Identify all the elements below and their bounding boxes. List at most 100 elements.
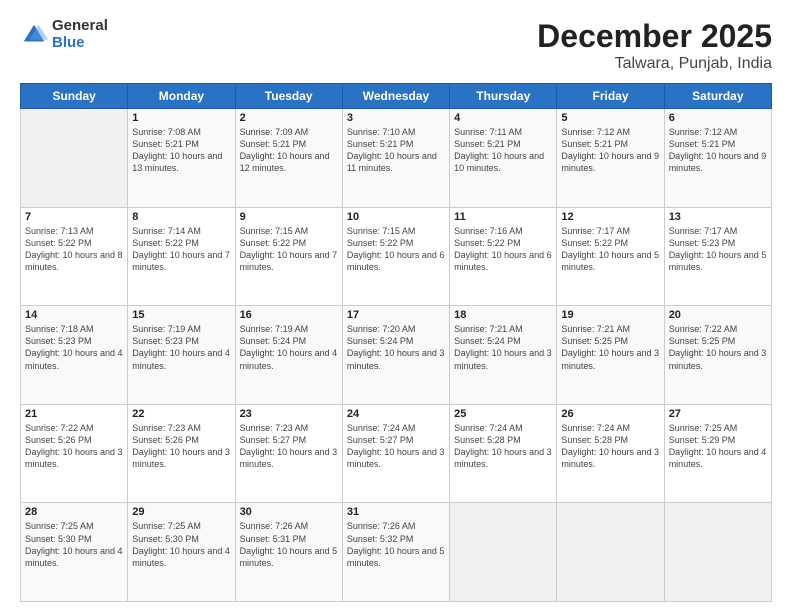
page: General Blue December 2025 Talwara, Punj…	[0, 0, 792, 612]
table-row: 7 Sunrise: 7:13 AMSunset: 5:22 PMDaylight…	[21, 207, 128, 306]
day-number: 11	[454, 211, 552, 223]
day-number: 13	[669, 211, 767, 223]
day-number: 4	[454, 112, 552, 124]
table-row: 6 Sunrise: 7:12 AMSunset: 5:21 PMDaylight…	[664, 109, 771, 208]
day-details: Sunrise: 7:25 AMSunset: 5:29 PMDaylight:…	[669, 422, 767, 471]
day-details: Sunrise: 7:22 AMSunset: 5:26 PMDaylight:…	[25, 422, 123, 471]
day-number: 12	[561, 211, 659, 223]
table-row: 30 Sunrise: 7:26 AMSunset: 5:31 PMDayligh…	[235, 503, 342, 602]
day-details: Sunrise: 7:21 AMSunset: 5:24 PMDaylight:…	[454, 323, 552, 372]
day-details: Sunrise: 7:12 AMSunset: 5:21 PMDaylight:…	[561, 126, 659, 175]
table-row: 24 Sunrise: 7:24 AMSunset: 5:27 PMDayligh…	[342, 404, 449, 503]
table-row: 16 Sunrise: 7:19 AMSunset: 5:24 PMDayligh…	[235, 306, 342, 405]
table-row: 8 Sunrise: 7:14 AMSunset: 5:22 PMDaylight…	[128, 207, 235, 306]
day-details: Sunrise: 7:17 AMSunset: 5:23 PMDaylight:…	[669, 225, 767, 274]
day-details: Sunrise: 7:22 AMSunset: 5:25 PMDaylight:…	[669, 323, 767, 372]
day-number: 5	[561, 112, 659, 124]
table-row: 5 Sunrise: 7:12 AMSunset: 5:21 PMDaylight…	[557, 109, 664, 208]
col-tuesday: Tuesday	[235, 84, 342, 109]
table-row: 4 Sunrise: 7:11 AMSunset: 5:21 PMDaylight…	[450, 109, 557, 208]
location-title: Talwara, Punjab, India	[537, 55, 772, 73]
table-row: 2 Sunrise: 7:09 AMSunset: 5:21 PMDaylight…	[235, 109, 342, 208]
table-row: 21 Sunrise: 7:22 AMSunset: 5:26 PMDayligh…	[21, 404, 128, 503]
day-details: Sunrise: 7:08 AMSunset: 5:21 PMDaylight:…	[132, 126, 230, 175]
day-number: 22	[132, 408, 230, 420]
day-number: 16	[240, 309, 338, 321]
logo: General Blue	[20, 18, 108, 51]
calendar-week-3: 14Sunrise: 7:18 AMSunset: 5:23 PMDayligh…	[21, 306, 772, 405]
day-details: Sunrise: 7:11 AMSunset: 5:21 PMDaylight:…	[454, 126, 552, 175]
logo-blue: Blue	[52, 35, 108, 52]
table-row: 20 Sunrise: 7:22 AMSunset: 5:25 PMDayligh…	[664, 306, 771, 405]
header: General Blue December 2025 Talwara, Punj…	[20, 18, 772, 73]
day-details: Sunrise: 7:26 AMSunset: 5:32 PMDaylight:…	[347, 520, 445, 569]
table-row: 12Sunrise: 7:17 AMSunset: 5:22 PMDayligh…	[557, 207, 664, 306]
calendar-week-1: 1 Sunrise: 7:08 AMSunset: 5:21 PMDaylight…	[21, 109, 772, 208]
table-row: 18Sunrise: 7:21 AMSunset: 5:24 PMDayligh…	[450, 306, 557, 405]
day-number: 29	[132, 506, 230, 518]
table-row: 28 Sunrise: 7:25 AMSunset: 5:30 PMDayligh…	[21, 503, 128, 602]
table-row: 29 Sunrise: 7:25 AMSunset: 5:30 PMDayligh…	[128, 503, 235, 602]
table-row: 14Sunrise: 7:18 AMSunset: 5:23 PMDayligh…	[21, 306, 128, 405]
calendar-week-5: 28 Sunrise: 7:25 AMSunset: 5:30 PMDayligh…	[21, 503, 772, 602]
calendar-week-4: 21 Sunrise: 7:22 AMSunset: 5:26 PMDayligh…	[21, 404, 772, 503]
day-number: 31	[347, 506, 445, 518]
calendar-header-row: Sunday Monday Tuesday Wednesday Thursday…	[21, 84, 772, 109]
day-details: Sunrise: 7:15 AMSunset: 5:22 PMDaylight:…	[240, 225, 338, 274]
day-details: Sunrise: 7:13 AMSunset: 5:22 PMDaylight:…	[25, 225, 123, 274]
logo-icon	[20, 21, 48, 49]
day-details: Sunrise: 7:23 AMSunset: 5:27 PMDaylight:…	[240, 422, 338, 471]
calendar-week-2: 7 Sunrise: 7:13 AMSunset: 5:22 PMDaylight…	[21, 207, 772, 306]
col-sunday: Sunday	[21, 84, 128, 109]
day-number: 7	[25, 211, 123, 223]
col-friday: Friday	[557, 84, 664, 109]
table-row: 26 Sunrise: 7:24 AMSunset: 5:28 PMDayligh…	[557, 404, 664, 503]
day-number: 24	[347, 408, 445, 420]
col-monday: Monday	[128, 84, 235, 109]
table-row: 23Sunrise: 7:23 AMSunset: 5:27 PMDayligh…	[235, 404, 342, 503]
day-details: Sunrise: 7:25 AMSunset: 5:30 PMDaylight:…	[132, 520, 230, 569]
day-number: 1	[132, 112, 230, 124]
table-row: 13 Sunrise: 7:17 AMSunset: 5:23 PMDayligh…	[664, 207, 771, 306]
day-number: 26	[561, 408, 659, 420]
day-details: Sunrise: 7:25 AMSunset: 5:30 PMDaylight:…	[25, 520, 123, 569]
day-details: Sunrise: 7:24 AMSunset: 5:27 PMDaylight:…	[347, 422, 445, 471]
day-details: Sunrise: 7:10 AMSunset: 5:21 PMDaylight:…	[347, 126, 445, 175]
table-row: 19Sunrise: 7:21 AMSunset: 5:25 PMDayligh…	[557, 306, 664, 405]
day-number: 8	[132, 211, 230, 223]
day-number: 21	[25, 408, 123, 420]
logo-general: General	[52, 18, 108, 35]
day-number: 19	[561, 309, 659, 321]
table-row	[21, 109, 128, 208]
day-details: Sunrise: 7:24 AMSunset: 5:28 PMDaylight:…	[561, 422, 659, 471]
table-row: 22 Sunrise: 7:23 AMSunset: 5:26 PMDayligh…	[128, 404, 235, 503]
day-details: Sunrise: 7:12 AMSunset: 5:21 PMDaylight:…	[669, 126, 767, 175]
table-row	[664, 503, 771, 602]
calendar-table: Sunday Monday Tuesday Wednesday Thursday…	[20, 83, 772, 602]
title-block: December 2025 Talwara, Punjab, India	[537, 18, 772, 73]
day-details: Sunrise: 7:18 AMSunset: 5:23 PMDaylight:…	[25, 323, 123, 372]
day-number: 28	[25, 506, 123, 518]
table-row: 27Sunrise: 7:25 AMSunset: 5:29 PMDayligh…	[664, 404, 771, 503]
table-row	[557, 503, 664, 602]
day-number: 30	[240, 506, 338, 518]
col-saturday: Saturday	[664, 84, 771, 109]
day-details: Sunrise: 7:19 AMSunset: 5:24 PMDaylight:…	[240, 323, 338, 372]
day-details: Sunrise: 7:19 AMSunset: 5:23 PMDaylight:…	[132, 323, 230, 372]
day-details: Sunrise: 7:14 AMSunset: 5:22 PMDaylight:…	[132, 225, 230, 274]
day-details: Sunrise: 7:09 AMSunset: 5:21 PMDaylight:…	[240, 126, 338, 175]
table-row	[450, 503, 557, 602]
col-wednesday: Wednesday	[342, 84, 449, 109]
day-number: 9	[240, 211, 338, 223]
logo-text: General Blue	[52, 18, 108, 51]
day-details: Sunrise: 7:23 AMSunset: 5:26 PMDaylight:…	[132, 422, 230, 471]
day-number: 2	[240, 112, 338, 124]
day-details: Sunrise: 7:26 AMSunset: 5:31 PMDaylight:…	[240, 520, 338, 569]
day-number: 20	[669, 309, 767, 321]
day-number: 17	[347, 309, 445, 321]
table-row: 10Sunrise: 7:15 AMSunset: 5:22 PMDayligh…	[342, 207, 449, 306]
day-number: 3	[347, 112, 445, 124]
day-details: Sunrise: 7:24 AMSunset: 5:28 PMDaylight:…	[454, 422, 552, 471]
month-year-title: December 2025	[537, 18, 772, 55]
day-number: 6	[669, 112, 767, 124]
